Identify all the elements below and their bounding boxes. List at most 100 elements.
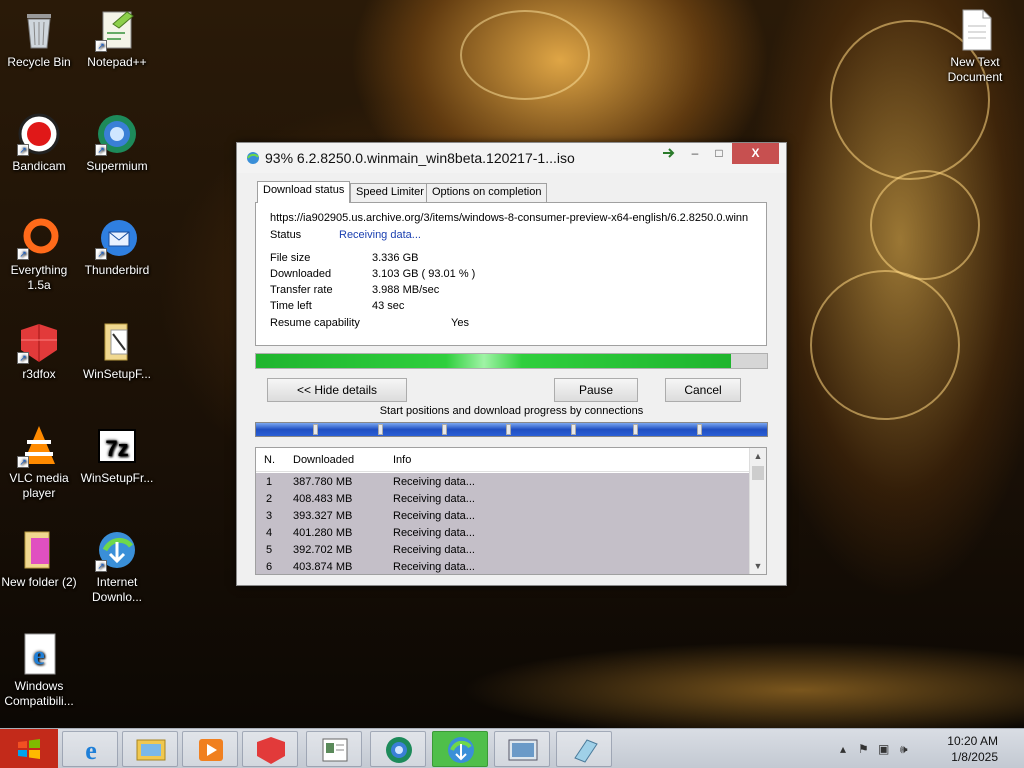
- r3dfox-icon: ↗: [17, 320, 61, 364]
- close-button[interactable]: X: [732, 143, 779, 164]
- desktop-icon-thunderbird[interactable]: ↗ Thunderbird: [78, 216, 156, 278]
- desktop-icon-bandicam[interactable]: ↗ Bandicam: [0, 112, 78, 174]
- tab-options-on-completion[interactable]: Options on completion: [426, 183, 548, 202]
- shortcut-arrow-icon: ↗: [95, 560, 107, 572]
- shortcut-arrow-icon: ↗: [95, 248, 107, 260]
- screenshot-icon: [508, 739, 538, 761]
- clock-date[interactable]: 1/8/2025: [951, 750, 998, 764]
- row-info: Receiving data...: [393, 544, 475, 556]
- table-row[interactable]: 2 408.483 MB Receiving data...: [256, 490, 750, 507]
- desktop-icon-label: r3dfox: [22, 367, 56, 381]
- download-info-panel: https://ia902905.us.archive.org/3/items/…: [255, 202, 767, 346]
- desktop-icon-everything[interactable]: ↗ Everything 1.5a: [0, 216, 78, 293]
- desktop-icon-recycle-bin[interactable]: Recycle Bin: [0, 8, 78, 70]
- column-header-downloaded: Downloaded: [293, 454, 355, 466]
- taskbar-file-explorer[interactable]: [122, 731, 178, 767]
- desktop-icon-new-text-document[interactable]: New Text Document: [936, 8, 1014, 85]
- row-info: Receiving data...: [393, 493, 475, 505]
- time-left-value: 43 sec: [372, 300, 405, 312]
- desktop-icon-vlc[interactable]: ↗ VLC media player: [0, 424, 78, 501]
- connection-marker: [313, 424, 318, 435]
- scrollbar-thumb[interactable]: [752, 466, 764, 480]
- taskbar-notepad[interactable]: [306, 731, 362, 767]
- scroll-down-icon[interactable]: ▼: [750, 558, 766, 574]
- desktop-icon-label: Supermium: [86, 159, 148, 173]
- table-row[interactable]: 1 387.780 MB Receiving data...: [256, 473, 750, 490]
- desktop-icon-notepad-plus-plus[interactable]: ↗ Notepad++: [78, 8, 156, 70]
- table-row[interactable]: 3 393.327 MB Receiving data...: [256, 507, 750, 524]
- table-row[interactable]: 6 403.874 MB Receiving data...: [256, 558, 750, 574]
- taskbar-r3dfox[interactable]: [242, 731, 298, 767]
- desktop-icon-winsetup-folder[interactable]: WinSetupF...: [78, 320, 156, 382]
- desktop-icon-windows-compatibility[interactable]: e Windows Compatibili...: [0, 632, 78, 709]
- table-scrollbar[interactable]: ▲ ▼: [749, 448, 766, 574]
- desktop-icon-idm[interactable]: ↗ Internet Downlo...: [78, 528, 156, 605]
- desktop-icon-r3dfox[interactable]: ↗ r3dfox: [0, 320, 78, 382]
- transfer-rate-value: 3.988 MB/sec: [372, 284, 440, 296]
- show-hidden-icons-icon[interactable]: ▴: [840, 742, 846, 756]
- tab-speed-limiter[interactable]: Speed Limiter: [350, 183, 430, 202]
- shortcut-arrow-icon: ↗: [17, 352, 29, 364]
- connections-table[interactable]: N. Downloaded Info 1 387.780 MB Receivin…: [255, 447, 767, 575]
- table-row[interactable]: 5 392.702 MB Receiving data...: [256, 541, 750, 558]
- shortcut-arrow-icon: ↗: [95, 144, 107, 156]
- desktop-icon-label: New folder (2): [1, 575, 77, 589]
- shortcut-arrow-icon: ↗: [95, 40, 107, 52]
- tab-download-status[interactable]: Download status: [257, 181, 351, 203]
- system-tray: ▴ ⚑ ▣ 🕪 10:20 AM 1/8/2025: [834, 729, 1024, 768]
- arrow-icon[interactable]: [657, 143, 681, 164]
- download-progress-window[interactable]: 93% 6.2.8250.0.winmain_win8beta.120217-1…: [236, 142, 787, 586]
- maximize-button[interactable]: □: [707, 143, 731, 164]
- desktop-icon-label: Windows Compatibili...: [4, 679, 74, 708]
- row-number: 3: [266, 510, 273, 522]
- taskbar-internet-explorer[interactable]: e: [62, 731, 118, 767]
- svg-text:7z: 7z: [105, 436, 128, 461]
- taskbar-supermium[interactable]: [370, 731, 426, 767]
- ie-icon: e: [17, 632, 61, 676]
- connection-marker: [506, 424, 511, 435]
- status-value: Receiving data...: [339, 229, 421, 241]
- hide-details-button[interactable]: << Hide details: [267, 378, 407, 402]
- taskbar-media-player[interactable]: [182, 731, 238, 767]
- wallpaper-swirl: [460, 10, 590, 100]
- idm-icon: [448, 737, 474, 763]
- desktop-icon-label: Recycle Bin: [7, 55, 71, 69]
- transfer-rate-label: Transfer rate: [270, 284, 333, 296]
- desktop-icon-label: VLC media player: [9, 471, 69, 500]
- taskbar: e ▴ ⚑ ▣ 🕪 10:20 AM 1/8/2025: [0, 728, 1024, 768]
- recycle-bin-icon: [17, 8, 61, 52]
- taskbar-screenshot[interactable]: [494, 731, 550, 767]
- scroll-up-icon[interactable]: ▲: [750, 448, 766, 464]
- row-number: 6: [266, 561, 273, 573]
- taskbar-eraser[interactable]: [556, 731, 612, 767]
- desktop-icon-label: Internet Downlo...: [91, 575, 143, 604]
- download-progress-fill: [256, 354, 732, 368]
- notepad-plus-plus-icon: ↗: [95, 8, 139, 52]
- text-document-icon: [953, 8, 997, 52]
- desktop-icon-7zip[interactable]: 7z WinSetupFr...: [78, 424, 156, 486]
- start-button[interactable]: [0, 729, 58, 768]
- file-size-label: File size: [270, 252, 311, 264]
- window-titlebar[interactable]: 93% 6.2.8250.0.winmain_win8beta.120217-1…: [237, 143, 786, 173]
- row-downloaded: 393.327 MB: [293, 510, 353, 522]
- desktop-icon-supermium[interactable]: ↗ Supermium: [78, 112, 156, 174]
- file-size-value: 3.336 GB: [372, 252, 419, 264]
- volume-icon[interactable]: 🕪: [900, 742, 908, 757]
- shortcut-arrow-icon: ↗: [17, 144, 29, 156]
- taskbar-idm[interactable]: [432, 731, 488, 767]
- cancel-button[interactable]: Cancel: [665, 378, 741, 402]
- network-icon[interactable]: ▣: [878, 742, 889, 756]
- shortcut-arrow-icon: ↗: [17, 248, 29, 260]
- action-center-flag-icon[interactable]: ⚑: [858, 742, 869, 756]
- downloaded-value: 3.103 GB ( 93.01 % ): [372, 268, 476, 280]
- table-row[interactable]: 4 401.280 MB Receiving data...: [256, 524, 750, 541]
- minimize-button[interactable]: –: [683, 143, 707, 164]
- wallpaper-swirl: [870, 170, 980, 280]
- connection-marker: [571, 424, 576, 435]
- clock-time[interactable]: 10:20 AM: [947, 734, 998, 748]
- row-number: 1: [266, 476, 273, 488]
- desktop-icon-new-folder-2[interactable]: New folder (2): [0, 528, 78, 590]
- download-url: https://ia902905.us.archive.org/3/items/…: [270, 212, 749, 224]
- pause-button[interactable]: Pause: [554, 378, 638, 402]
- connections-progress-bar: [255, 422, 768, 437]
